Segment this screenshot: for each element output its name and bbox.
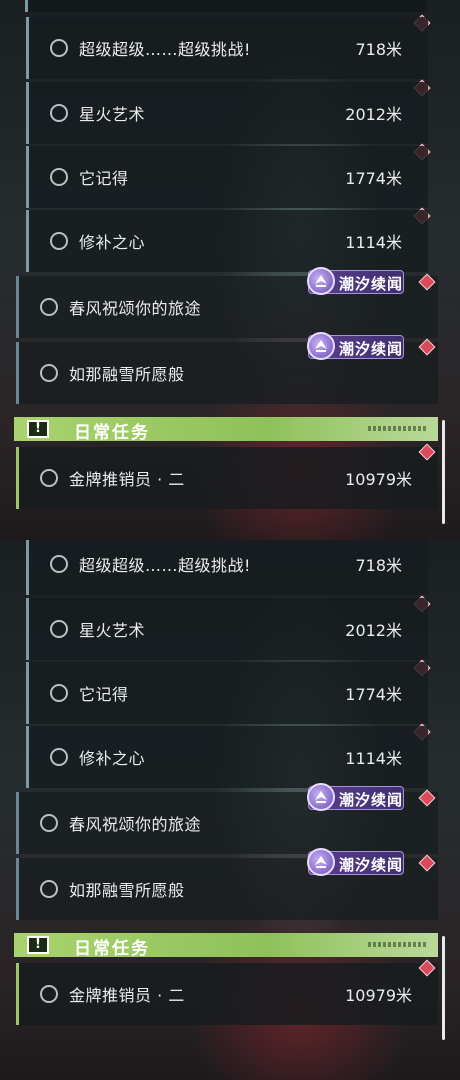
story-tag-label: 潮汐续闻 (339, 856, 404, 874)
quest-title: 金牌推销员 · 二 (69, 470, 185, 489)
daily-quest-row[interactable]: 金牌推销员 · 二 10979米 (16, 963, 438, 1025)
quest-distance: 718米 (355, 40, 402, 59)
quest-circle-icon (50, 748, 68, 766)
quest-row[interactable]: 星火艺术 2012米 (26, 598, 428, 660)
quest-row[interactable]: 超级超级……超级挑战! 718米 (26, 17, 428, 79)
alert-icon: ! (27, 936, 49, 954)
section-decoration (368, 942, 426, 947)
story-tag: 潮汐续闻 (307, 848, 404, 876)
quest-circle-icon (50, 620, 68, 638)
quest-title: 春风祝颂你的旅途 (69, 815, 202, 834)
quest-title: 超级超级……超级挑战! (79, 40, 251, 59)
section-decoration (368, 426, 426, 431)
story-tag-label: 潮汐续闻 (339, 275, 404, 293)
story-tag: 潮汐续闻 (307, 267, 404, 295)
quest-row[interactable]: 它记得 1774米 (26, 662, 428, 724)
story-tag-label: 潮汐续闻 (339, 791, 404, 809)
quest-distance: 2012米 (345, 105, 402, 124)
quest-circle-icon (40, 814, 58, 832)
tide-icon (307, 848, 335, 876)
quest-row[interactable]: 它记得 1774米 (26, 146, 428, 208)
story-tag: 潮汐续闻 (307, 332, 404, 360)
section-title: 日常任务 (74, 423, 150, 443)
alert-icon: ! (27, 420, 49, 438)
scrollbar[interactable] (442, 936, 445, 1040)
quest-circle-icon (50, 39, 68, 57)
daily-section-header[interactable]: ! 日常任务 (14, 417, 438, 443)
quest-title: 如那融雪所愿般 (69, 365, 185, 384)
quest-row[interactable]: 超级超级……超级挑战! 718米 (26, 540, 428, 595)
quest-row[interactable]: 星火艺术 2012米 (26, 82, 428, 144)
quest-distance: 1114米 (345, 233, 402, 252)
quest-title: 修补之心 (79, 749, 146, 768)
tide-icon (307, 267, 335, 295)
quest-title: 修补之心 (79, 233, 146, 252)
quest-circle-icon (40, 880, 58, 898)
quest-title: 金牌推销员 · 二 (69, 986, 185, 1005)
quest-row-partial (25, 0, 427, 12)
quest-circle-icon (40, 469, 58, 487)
quest-distance: 1774米 (345, 685, 402, 704)
scrollbar[interactable] (442, 420, 445, 524)
daily-quest-row[interactable]: 金牌推销员 · 二 10979米 (16, 447, 438, 509)
quest-title: 它记得 (79, 685, 129, 704)
quest-list-panel-bottom: 超级超级……超级挑战! 718米 星火艺术 2012米 它记得 1774米 修补… (0, 540, 460, 1080)
quest-title: 超级超级……超级挑战! (79, 556, 251, 575)
quest-distance: 1774米 (345, 169, 402, 188)
quest-circle-icon (50, 104, 68, 122)
tide-icon (307, 332, 335, 360)
quest-title: 春风祝颂你的旅途 (69, 299, 202, 318)
daily-section-header[interactable]: ! 日常任务 (14, 933, 438, 959)
quest-row[interactable]: 修补之心 1114米 (26, 210, 428, 272)
quest-circle-icon (40, 985, 58, 1003)
quest-title: 如那融雪所愿般 (69, 881, 185, 900)
quest-distance: 10979米 (345, 986, 412, 1005)
quest-distance: 2012米 (345, 621, 402, 640)
story-tag: 潮汐续闻 (307, 783, 404, 811)
quest-circle-icon (50, 555, 68, 573)
quest-circle-icon (50, 232, 68, 250)
quest-circle-icon (50, 168, 68, 186)
quest-title: 星火艺术 (79, 105, 146, 124)
quest-circle-icon (50, 684, 68, 702)
quest-circle-icon (40, 298, 58, 316)
tide-icon (307, 783, 335, 811)
quest-circle-icon (40, 364, 58, 382)
quest-distance: 1114米 (345, 749, 402, 768)
quest-title: 它记得 (79, 169, 129, 188)
quest-list-panel-top: 超级超级……超级挑战! 718米 星火艺术 2012米 它记得 1774米 修补… (0, 0, 460, 540)
section-title: 日常任务 (74, 939, 150, 959)
story-tag-label: 潮汐续闻 (339, 340, 404, 358)
quest-row[interactable]: 修补之心 1114米 (26, 726, 428, 788)
quest-distance: 718米 (355, 556, 402, 575)
quest-title: 星火艺术 (79, 621, 146, 640)
quest-distance: 10979米 (345, 470, 412, 489)
